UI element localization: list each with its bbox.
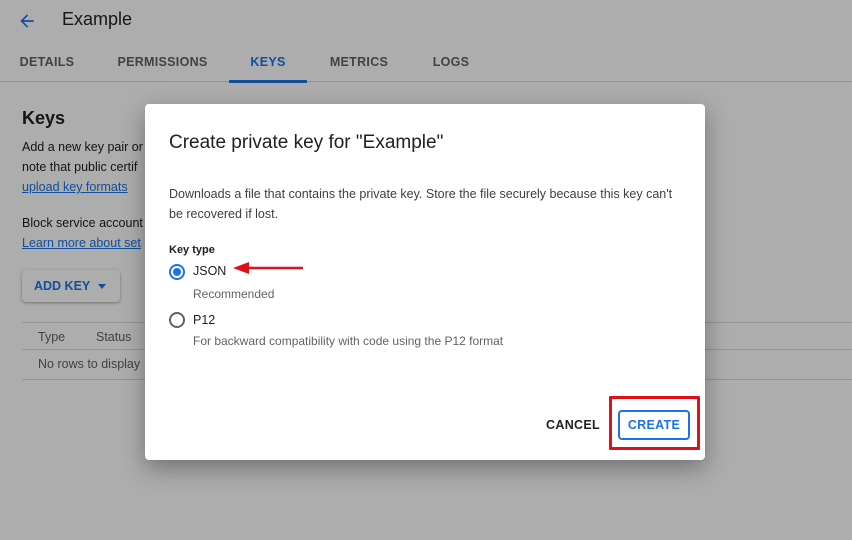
p12-option-sublabel: For backward compatibility with code usi… bbox=[193, 334, 504, 348]
cancel-button[interactable]: CANCEL bbox=[539, 410, 607, 440]
dialog-title: Create private key for "Example" bbox=[169, 132, 444, 153]
dialog-description: Downloads a file that contains the priva… bbox=[169, 187, 673, 221]
key-type-label: Key type bbox=[169, 244, 215, 256]
create-button[interactable]: CREATE bbox=[618, 410, 690, 440]
create-private-key-dialog: Create private key for "Example" Downloa… bbox=[145, 104, 705, 460]
json-radio[interactable] bbox=[169, 264, 185, 280]
p12-option-label[interactable]: P12 bbox=[193, 313, 215, 327]
annotation-arrow-icon bbox=[233, 262, 303, 274]
json-option-label[interactable]: JSON bbox=[193, 264, 226, 278]
json-option-sublabel: Recommended bbox=[193, 287, 275, 301]
p12-radio[interactable] bbox=[169, 312, 185, 328]
